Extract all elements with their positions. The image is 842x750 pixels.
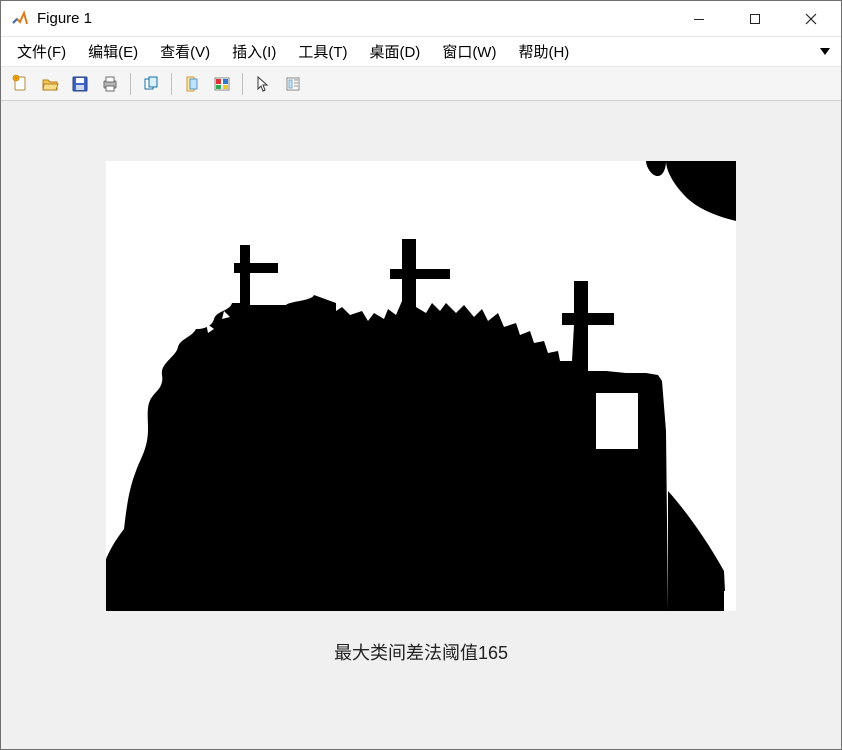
window-title: Figure 1 [37,10,92,27]
close-button[interactable] [783,1,839,37]
maximize-button[interactable] [727,1,783,37]
toolbar-divider [130,73,131,95]
toolbar-divider [171,73,172,95]
menu-insert[interactable]: 插入(I) [222,37,286,66]
figure-canvas[interactable]: 最大类间差法阈值165 [1,101,841,749]
toolbar-divider [242,73,243,95]
insert-colorbar-icon[interactable] [280,71,306,97]
minimize-button[interactable] [671,1,727,37]
save-icon[interactable] [67,71,93,97]
plot-caption: 最大类间差法阈值165 [334,639,508,665]
menu-edit[interactable]: 编辑(E) [78,37,148,66]
open-folder-icon[interactable] [37,71,63,97]
titlebar[interactable]: Figure 1 [1,1,841,37]
print-icon[interactable] [97,71,123,97]
menu-file[interactable]: 文件(F) [7,37,76,66]
rotate-icon[interactable] [179,71,205,97]
menu-desktop[interactable]: 桌面(D) [359,37,430,66]
menu-overflow-icon[interactable] [817,43,833,59]
menu-tools[interactable]: 工具(T) [288,37,357,66]
link-icon[interactable] [138,71,164,97]
binary-image-plot [106,161,736,611]
menu-window[interactable]: 窗口(W) [432,37,506,66]
colormap-icon[interactable] [209,71,235,97]
pointer-icon[interactable] [250,71,276,97]
matlab-icon [11,10,29,28]
menu-help[interactable]: 帮助(H) [508,37,579,66]
figure-window: Figure 1 文件(F) 编辑(E) 查看(V) 插入(I) 工具(T) 桌… [0,0,842,750]
new-file-icon[interactable] [7,71,33,97]
menubar: 文件(F) 编辑(E) 查看(V) 插入(I) 工具(T) 桌面(D) 窗口(W… [1,37,841,67]
menu-view[interactable]: 查看(V) [150,37,220,66]
toolbar [1,67,841,101]
